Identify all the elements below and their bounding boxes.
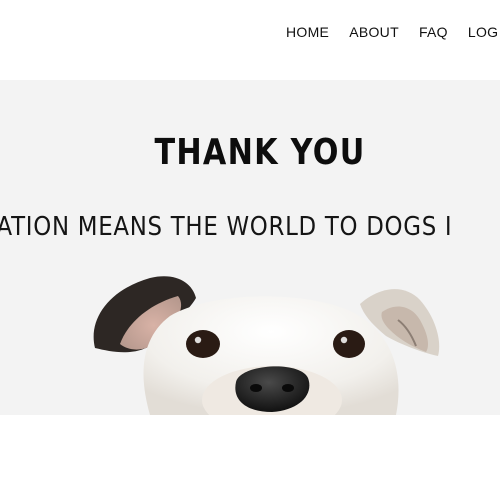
nav-login-link[interactable]: LOG: [468, 24, 498, 40]
dog-photo: [93, 276, 440, 415]
main-nav: HOME ABOUT FAQ LOG: [286, 24, 500, 40]
top-bar: HOME ABOUT FAQ LOG: [0, 0, 500, 80]
page: HOME ABOUT FAQ LOG THANK YOU ONATION MEANS …: [0, 0, 500, 500]
hero-section: THANK YOU ONATION MEANS THE WORLD TO DOG…: [0, 80, 500, 415]
nav-about-link[interactable]: ABOUT: [349, 24, 399, 40]
nav-home-link[interactable]: HOME: [286, 24, 329, 40]
nav-faq-link[interactable]: FAQ: [419, 24, 448, 40]
hero-title: THANK YOU: [154, 132, 366, 173]
bottom-blank-area: [0, 415, 500, 500]
hero-subtitle: ONATION MEANS THE WORLD TO DOGS I: [0, 212, 453, 242]
